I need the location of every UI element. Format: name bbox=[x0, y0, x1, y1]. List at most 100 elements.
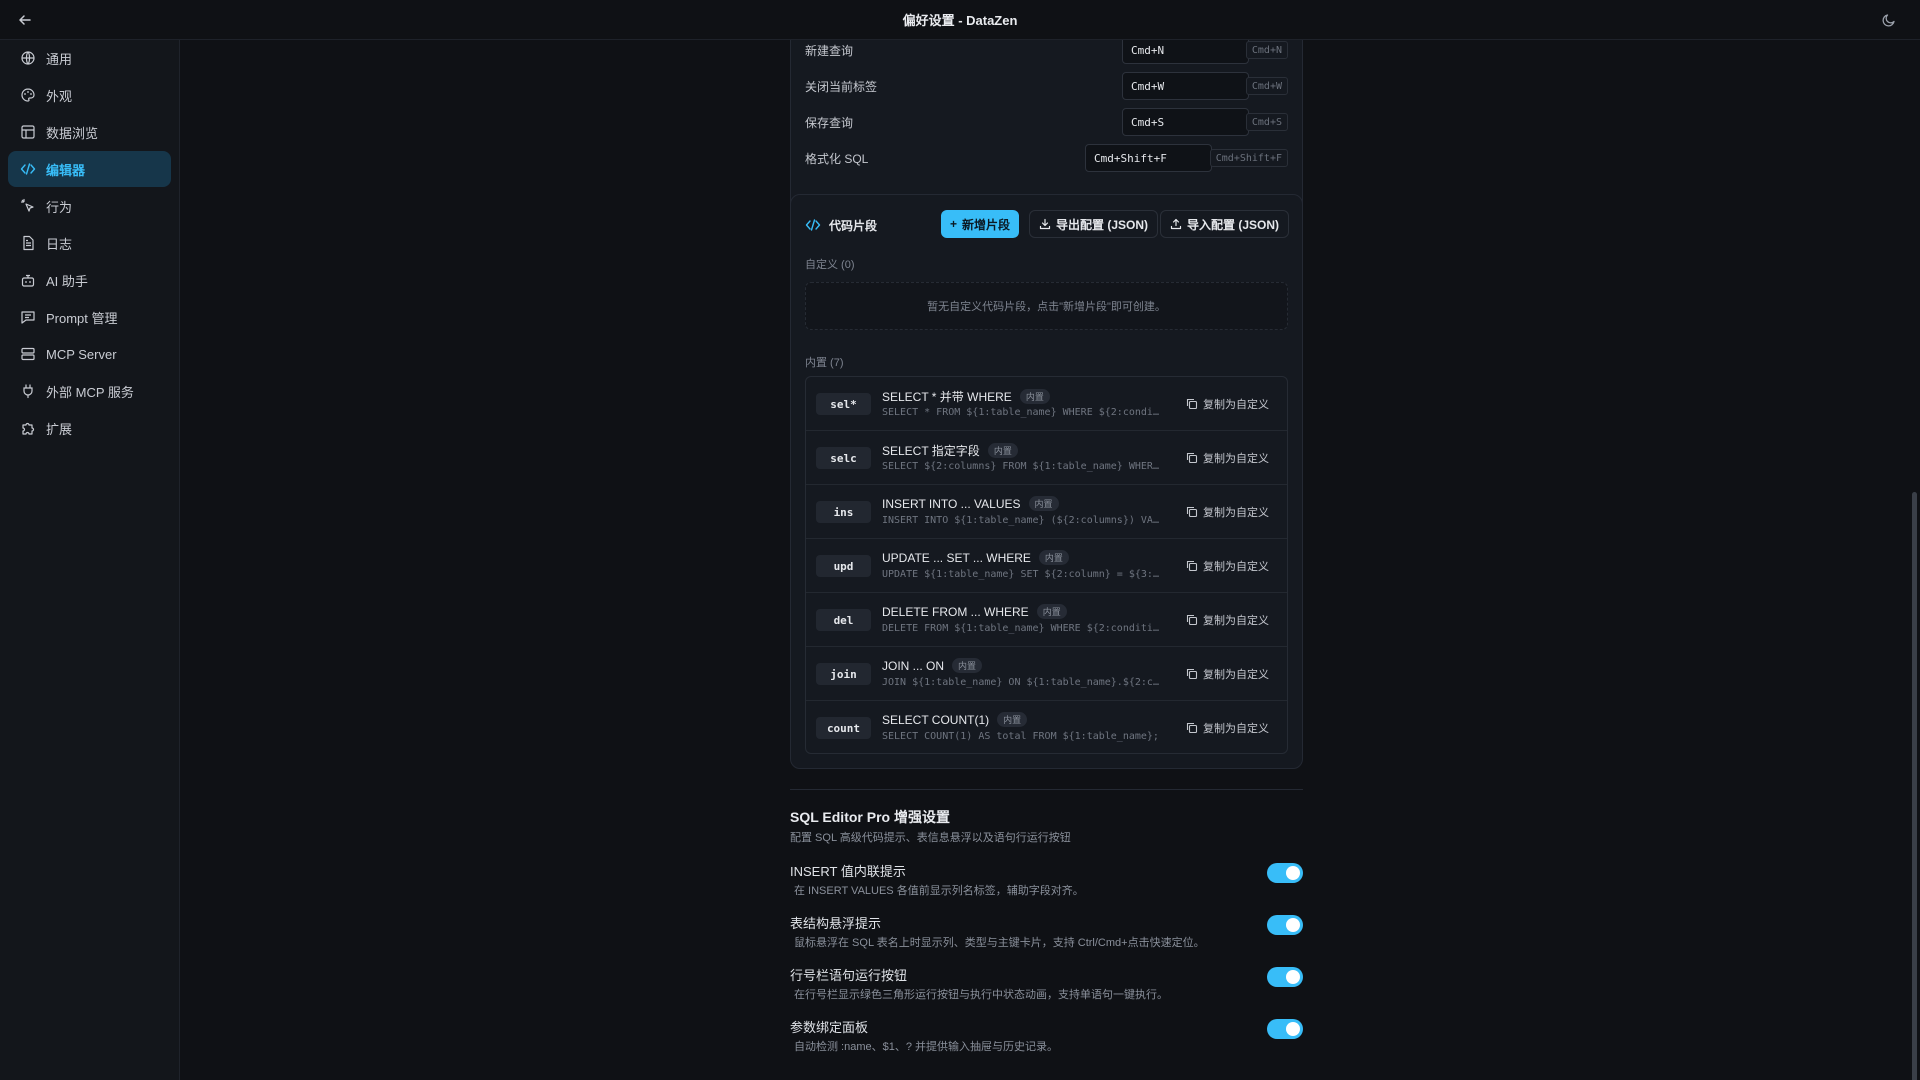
add-snippet-button[interactable]: + 新增片段 bbox=[941, 210, 1020, 238]
download-icon bbox=[1039, 218, 1051, 230]
copy-to-custom-button[interactable]: 复制为自定义 bbox=[1186, 450, 1269, 466]
snippet-name-text: UPDATE ... SET ... WHERE bbox=[882, 550, 1031, 565]
setting-description: 在 INSERT VALUES 各值前显示列名标签，辅助字段对齐。 bbox=[794, 885, 1084, 897]
shortcut-input[interactable]: Cmd+N bbox=[1122, 40, 1249, 64]
section-divider bbox=[790, 789, 1303, 790]
sidebar-item-label: 外部 MCP 服务 bbox=[46, 384, 134, 400]
snippet-name-text: INSERT INTO ... VALUES bbox=[882, 496, 1021, 511]
custom-section-label: 自定义 (0) bbox=[805, 259, 855, 271]
builtin-badge: 内置 bbox=[987, 443, 1018, 458]
theme-toggle-button[interactable] bbox=[1878, 9, 1900, 31]
setting-label: 表结构悬浮提示 bbox=[790, 916, 882, 931]
builtin-section-label: 内置 (7) bbox=[805, 357, 844, 369]
snippet-trigger: del bbox=[816, 609, 871, 631]
copy-to-custom-button[interactable]: 复制为自定义 bbox=[1186, 720, 1269, 736]
custom-empty-state: 暂无自定义代码片段，点击"新增片段"即可创建。 bbox=[805, 282, 1288, 330]
sidebar-item-appearance[interactable]: 外观 bbox=[8, 77, 171, 113]
back-button[interactable] bbox=[14, 9, 36, 31]
moon-icon bbox=[1882, 14, 1895, 27]
sidebar-item-editor[interactable]: 编辑器 bbox=[8, 151, 171, 187]
shortcut-default: Cmd+Shift+F bbox=[1209, 149, 1288, 167]
snippet-name-text: DELETE FROM ... WHERE bbox=[882, 604, 1029, 619]
insert-inline-hint-toggle[interactable] bbox=[1267, 863, 1303, 883]
sidebar-item-label: 扩展 bbox=[46, 421, 73, 437]
shortcut-label: 保存查询 bbox=[805, 115, 854, 130]
copy-to-custom-label: 复制为自定义 bbox=[1203, 669, 1269, 681]
sidebar-item-mcp-server[interactable]: MCP Server bbox=[8, 336, 171, 372]
snippets-card: 代码片段 + 新增片段 导出配置 (JSON) 导入配置 (JSON) 自定义 … bbox=[790, 194, 1303, 769]
sidebar-item-label: Prompt 管理 bbox=[46, 310, 118, 326]
copy-to-custom-button[interactable]: 复制为自定义 bbox=[1186, 396, 1269, 412]
snippets-header: 代码片段 bbox=[805, 211, 877, 239]
shortcuts-card: 新建查询 Cmd+N Cmd+N 关闭当前标签 Cmd+W Cmd+W 保存查询… bbox=[790, 40, 1303, 213]
scrollbar-thumb[interactable] bbox=[1912, 492, 1917, 1080]
builtin-snippet-list: sel* SELECT * 并带 WHERE 内置 SELECT * FROM $… bbox=[805, 376, 1288, 754]
copy-to-custom-button[interactable]: 复制为自定义 bbox=[1186, 666, 1269, 682]
title-bar: 偏好设置 - DataZen bbox=[0, 0, 1920, 40]
snippet-name-text: SELECT COUNT(1) bbox=[882, 712, 990, 727]
snippet-trigger: count bbox=[816, 717, 871, 739]
snippet-name: DELETE FROM ... WHERE 内置 bbox=[882, 604, 1067, 619]
copy-icon bbox=[1186, 722, 1198, 734]
copy-icon bbox=[1186, 506, 1198, 518]
sidebar-item-general[interactable]: 通用 bbox=[8, 40, 171, 76]
snippet-body: SELECT COUNT(1) AS total FROM ${1:table_… bbox=[882, 731, 1159, 742]
snippet-name: SELECT * 并带 WHERE 内置 bbox=[882, 388, 1050, 405]
snippet-name-text: SELECT * 并带 WHERE bbox=[882, 390, 1012, 404]
setting-insert-inline-hint: INSERT 值内联提示 在 INSERT VALUES 各值前显示列名标签，辅… bbox=[790, 861, 1303, 907]
setting-gutter-run-button: 行号栏语句运行按钮 在行号栏显示绿色三角形运行按钮与执行中状态动画，支持单语句一… bbox=[790, 965, 1303, 1011]
sidebar-item-ai-assistant[interactable]: AI 助手 bbox=[8, 262, 171, 298]
snippet-body: SELECT ${2:columns} FROM ${1:table_name}… bbox=[882, 461, 1162, 472]
snippet-row: ins INSERT INTO ... VALUES 内置 INSERT INTO… bbox=[806, 485, 1287, 539]
sidebar-item-label: 编辑器 bbox=[46, 162, 86, 178]
sidebar-item-data-browse[interactable]: 数据浏览 bbox=[8, 114, 171, 150]
builtin-badge: 内置 bbox=[1038, 550, 1069, 565]
shortcut-input[interactable]: Cmd+W bbox=[1122, 72, 1249, 100]
snippets-title: 代码片段 bbox=[829, 218, 878, 233]
sidebar-item-label: AI 助手 bbox=[46, 273, 88, 289]
gutter-run-button-toggle[interactable] bbox=[1267, 967, 1303, 987]
setting-description: 在行号栏显示绿色三角形运行按钮与执行中状态动画，支持单语句一键执行。 bbox=[794, 989, 1168, 1001]
main-scrollbar[interactable] bbox=[1908, 40, 1920, 1080]
builtin-badge: 内置 bbox=[1019, 389, 1050, 404]
copy-to-custom-button[interactable]: 复制为自定义 bbox=[1186, 558, 1269, 574]
export-config-button[interactable]: 导出配置 (JSON) bbox=[1029, 210, 1159, 238]
setting-description: 鼠标悬浮在 SQL 表名上时显示列、类型与主键卡片，支持 Ctrl/Cmd+点击… bbox=[794, 937, 1205, 949]
copy-icon bbox=[1186, 614, 1198, 626]
copy-to-custom-label: 复制为自定义 bbox=[1203, 453, 1269, 465]
table-hover-hint-toggle[interactable] bbox=[1267, 915, 1303, 935]
code-icon bbox=[20, 161, 36, 177]
shortcut-row: 关闭当前标签 Cmd+W Cmd+W bbox=[805, 71, 1288, 101]
copy-to-custom-button[interactable]: 复制为自定义 bbox=[1186, 504, 1269, 520]
window-title: 偏好设置 - DataZen bbox=[902, 13, 1018, 28]
setting-table-hover-hint: 表结构悬浮提示 鼠标悬浮在 SQL 表名上时显示列、类型与主键卡片，支持 Ctr… bbox=[790, 913, 1303, 959]
palette-icon bbox=[20, 87, 36, 103]
snippet-body: SELECT * FROM ${1:table_name} WHERE ${2:… bbox=[882, 407, 1162, 418]
copy-to-custom-button[interactable]: 复制为自定义 bbox=[1186, 612, 1269, 628]
snippet-row: sel* SELECT * 并带 WHERE 内置 SELECT * FROM $… bbox=[806, 377, 1287, 431]
setting-description: 自动检测 :name、$1、? 并提供输入抽屉与历史记录。 bbox=[794, 1041, 1059, 1053]
copy-icon bbox=[1186, 452, 1198, 464]
snippet-name: JOIN ... ON 内置 bbox=[882, 658, 983, 673]
sidebar-item-behavior[interactable]: 行为 bbox=[8, 188, 171, 224]
sidebar-item-label: 行为 bbox=[46, 199, 73, 215]
sidebar-item-extensions[interactable]: 扩展 bbox=[8, 410, 171, 446]
copy-to-custom-label: 复制为自定义 bbox=[1203, 615, 1269, 627]
snippet-body: INSERT INTO ${1:table_name} (${2:columns… bbox=[882, 515, 1162, 526]
sidebar-item-external-mcp[interactable]: 外部 MCP 服务 bbox=[8, 373, 171, 409]
table-icon bbox=[20, 124, 36, 140]
shortcut-label: 关闭当前标签 bbox=[805, 79, 878, 94]
sidebar-item-prompt-manage[interactable]: Prompt 管理 bbox=[8, 299, 171, 335]
sidebar-item-label: MCP Server bbox=[46, 346, 117, 362]
param-binding-panel-toggle[interactable] bbox=[1267, 1019, 1303, 1039]
add-snippet-label: 新增片段 bbox=[962, 217, 1011, 232]
copy-to-custom-label: 复制为自定义 bbox=[1203, 561, 1269, 573]
import-config-button[interactable]: 导入配置 (JSON) bbox=[1160, 210, 1290, 238]
shortcut-input[interactable]: Cmd+S bbox=[1122, 108, 1249, 136]
snippet-name: SELECT 指定字段 内置 bbox=[882, 442, 1018, 459]
shortcut-input[interactable]: Cmd+Shift+F bbox=[1085, 144, 1212, 172]
sidebar-item-logs[interactable]: 日志 bbox=[8, 225, 171, 261]
globe-icon bbox=[20, 50, 36, 66]
snippet-body: DELETE FROM ${1:table_name} WHERE ${2:co… bbox=[882, 623, 1162, 634]
builtin-badge: 内置 bbox=[1036, 604, 1067, 619]
